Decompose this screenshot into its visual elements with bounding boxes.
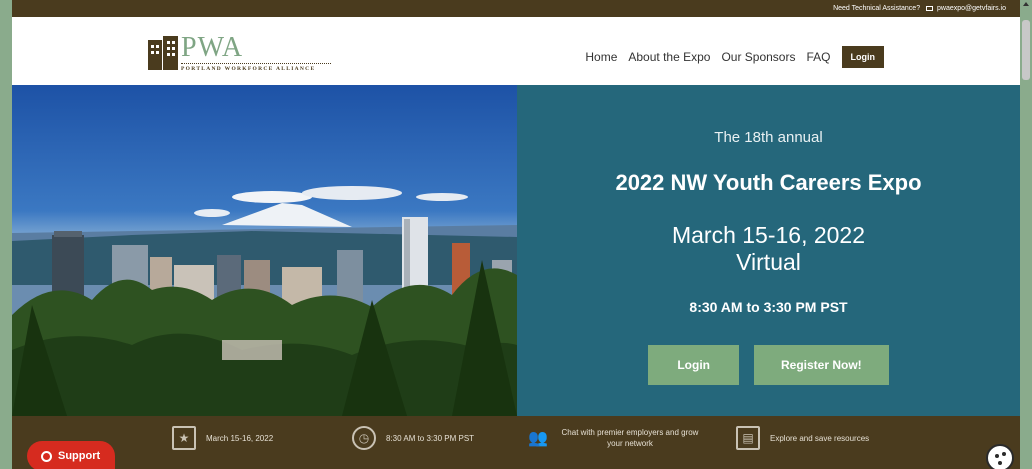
info-time: ◷ 8:30 AM to 3:30 PM PST (352, 426, 474, 450)
scrollbar-thumb[interactable] (1022, 20, 1030, 80)
logo-wordmark: PWA (181, 32, 244, 63)
expo-dates: March 15-16, 2022 (671, 222, 866, 248)
expo-time: 8:30 AM to 3:30 PM PST (689, 299, 848, 315)
support-email-link[interactable]: pwaexpo@getvfairs.io (937, 5, 1006, 12)
main-nav: Home About the Expo Our Sponsors FAQ Log… (585, 46, 884, 68)
site-header: PWA PORTLAND WORKFORCE ALLIANCE Home Abo… (12, 17, 1020, 85)
scroll-up-icon[interactable] (1023, 2, 1029, 6)
login-button[interactable]: Login (648, 345, 739, 385)
info-bar: ★ March 15-16, 2022 ◷ 8:30 AM to 3:30 PM… (12, 416, 1020, 469)
expo-title: 2022 NW Youth Careers Expo (615, 170, 922, 195)
nav-about[interactable]: About the Expo (628, 50, 710, 64)
calendar-icon: ★ (172, 426, 196, 450)
cookie-settings-icon[interactable] (986, 444, 1014, 469)
hero: The 18th annual 2022 NW Youth Careers Ex… (12, 85, 1020, 416)
support-button[interactable]: Support (27, 441, 115, 469)
expo-info-panel: The 18th annual 2022 NW Youth Careers Ex… (517, 85, 1020, 416)
buildings-icon (148, 36, 178, 70)
mail-icon (926, 6, 934, 11)
nav-sponsors[interactable]: Our Sponsors (721, 50, 795, 64)
chat-bubble-icon (41, 450, 52, 462)
register-button[interactable]: Register Now! (753, 345, 889, 385)
clock-icon: ◷ (352, 426, 376, 450)
nav-login-button[interactable]: Login (841, 46, 884, 68)
tech-assistance-text: Need Technical Assistance? (833, 5, 921, 12)
page-scrollbar[interactable] (1020, 0, 1032, 469)
page: Need Technical Assistance? pwaexpo@getvf… (12, 0, 1020, 469)
support-label: Support (58, 450, 101, 462)
top-bar: Need Technical Assistance? pwaexpo@getvf… (12, 0, 1020, 17)
people-icon: 👥 (528, 430, 548, 447)
nav-home[interactable]: Home (585, 50, 617, 64)
annual-label: The 18th annual (714, 129, 823, 146)
portland-skyline-photo (12, 85, 517, 416)
logo-subtitle: PORTLAND WORKFORCE ALLIANCE (181, 66, 316, 72)
info-chat: 👥 Chat with premier employers and grow y… (526, 426, 700, 450)
pwa-logo[interactable]: PWA PORTLAND WORKFORCE ALLIANCE (148, 32, 331, 72)
nav-faq[interactable]: FAQ (806, 50, 830, 64)
expo-format: Virtual (736, 249, 801, 275)
backpack-icon: ▤ (736, 426, 760, 450)
info-dates: ★ March 15-16, 2022 (172, 426, 273, 450)
info-resources: ▤ Explore and save resources (736, 426, 869, 450)
